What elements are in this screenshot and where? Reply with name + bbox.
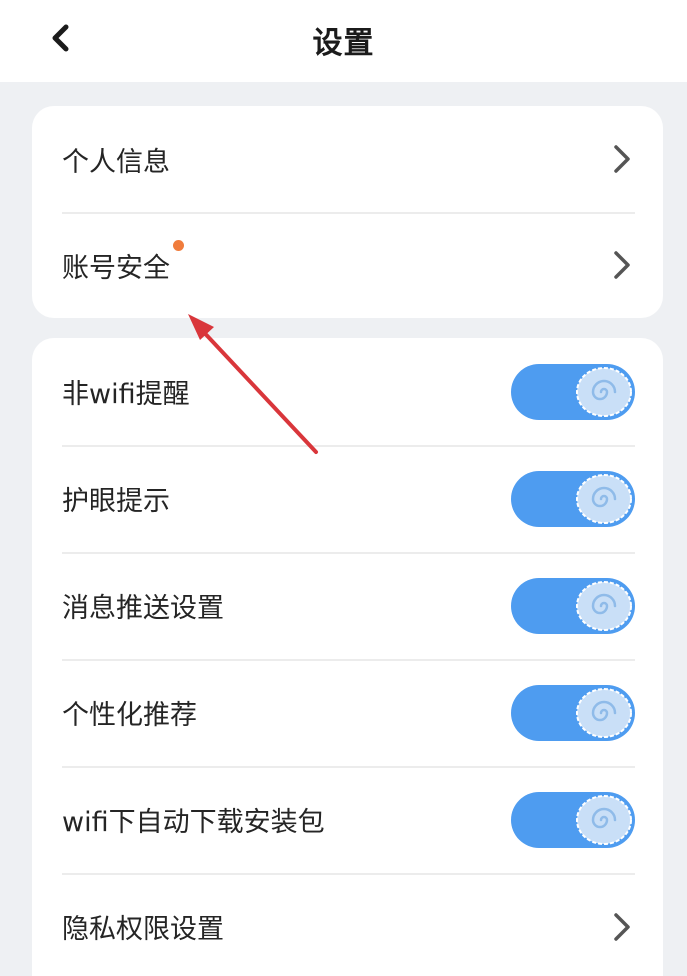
account-security-row[interactable]: 账号安全 xyxy=(32,212,663,318)
row-label: 个人信息 xyxy=(62,146,170,178)
wifi-auto-download-toggle[interactable] xyxy=(511,791,635,848)
row-label: 隐私权限设置 xyxy=(62,914,224,945)
swirl-knob-icon xyxy=(576,794,632,845)
row-label: 护眼提示 xyxy=(62,486,170,517)
chevron-right-icon xyxy=(609,142,635,176)
swirl-knob-icon xyxy=(576,473,632,524)
eye-care-row: 护眼提示 xyxy=(32,445,663,552)
row-label: 个性化推荐 xyxy=(62,700,197,731)
chevron-right-icon xyxy=(609,248,635,282)
row-label: 消息推送设置 xyxy=(62,593,224,624)
row-label: 非wifi提醒 xyxy=(62,379,190,410)
page-title: 设置 xyxy=(312,26,375,61)
top-bar: 设置 xyxy=(0,0,687,82)
notification-dot xyxy=(173,239,184,251)
account-settings-card: 个人信息 账号安全 xyxy=(32,106,663,318)
swirl-knob-icon xyxy=(576,366,632,417)
push-notification-row: 消息推送设置 xyxy=(32,552,663,659)
personal-info-row[interactable]: 个人信息 xyxy=(32,106,663,212)
row-label: wifi下自动下载安装包 xyxy=(62,807,325,838)
chevron-right-icon xyxy=(609,910,635,944)
wifi-auto-download-row: wifi下自动下载安装包 xyxy=(32,766,663,873)
non-wifi-reminder-row: 非wifi提醒 xyxy=(32,338,663,445)
swirl-knob-icon xyxy=(576,580,632,631)
personalized-recommendation-toggle[interactable] xyxy=(511,684,635,741)
preference-settings-card: 非wifi提醒 护眼提示 消息推送设置 个性化推荐 wifi下自动下载安装包 隐… xyxy=(32,338,663,976)
swirl-knob-icon xyxy=(576,687,632,738)
push-notification-toggle[interactable] xyxy=(511,577,635,634)
privacy-permission-row[interactable]: 隐私权限设置 xyxy=(32,873,663,976)
settings-screen: 设置 个人信息 账号安全 非wifi提醒 护眼提示 消息推送设置 个性化推荐 w… xyxy=(0,0,687,976)
eye-care-toggle[interactable] xyxy=(511,470,635,527)
row-label: 账号安全 xyxy=(62,252,170,284)
non-wifi-reminder-toggle[interactable] xyxy=(511,363,635,420)
personalized-recommendation-row: 个性化推荐 xyxy=(32,659,663,766)
